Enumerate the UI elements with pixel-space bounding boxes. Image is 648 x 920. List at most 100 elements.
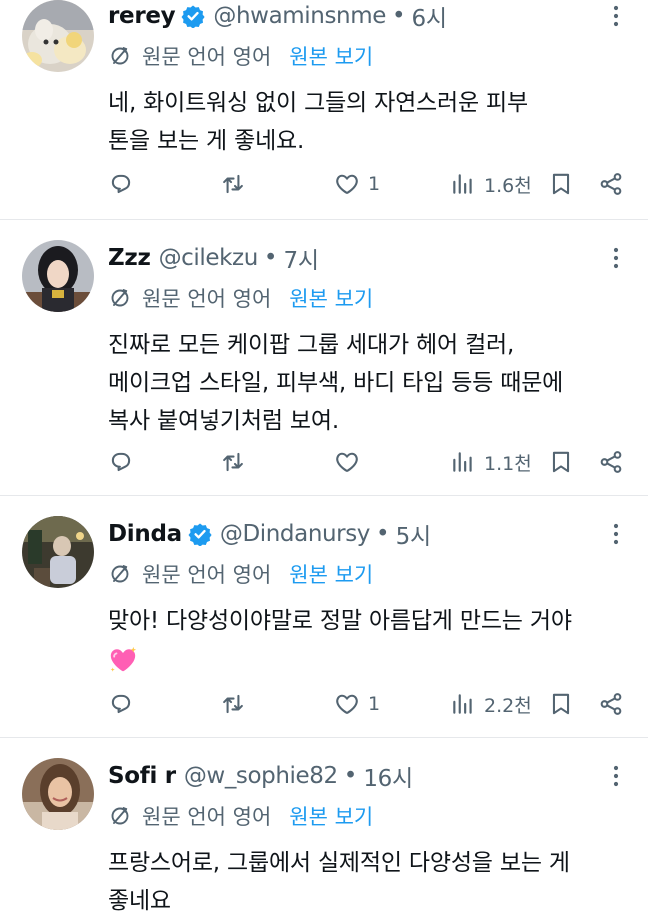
tweet-text: 진짜로 모든 케이팝 그룹 세대가 헤어 컬러, 메이크업 스타일, 피부색, … <box>108 326 628 440</box>
reply-button[interactable] <box>108 444 134 480</box>
avatar[interactable] <box>22 516 94 588</box>
separator-dot: • <box>391 3 406 29</box>
views-button[interactable]: 1.6천 <box>450 166 532 202</box>
heart-icon <box>334 691 360 717</box>
like-button[interactable]: 1 <box>334 686 380 722</box>
tweet-text-line: 메이크업 스타일, 피부색, 바디 타입 등등 때문에 <box>108 370 564 396</box>
tweet-text-line: 좋네요 <box>108 888 171 914</box>
more-options-icon[interactable] <box>604 518 628 550</box>
heart-icon <box>334 171 360 197</box>
views-button[interactable]: 1.1천 <box>450 444 532 480</box>
bookmark-icon <box>548 171 574 197</box>
reply-button[interactable] <box>108 166 134 202</box>
emoji-line <box>108 640 628 678</box>
avatar[interactable] <box>22 758 94 830</box>
more-options-icon[interactable] <box>604 760 628 792</box>
share-button[interactable] <box>598 686 624 722</box>
share-icon <box>598 171 624 197</box>
retweet-icon <box>220 171 246 197</box>
retweet-button[interactable] <box>220 444 246 480</box>
translate-icon <box>108 562 132 586</box>
timestamp[interactable]: 5시 <box>396 517 432 551</box>
translated-from-label: 원문 언어 영어 <box>142 287 272 311</box>
view-count: 1.1천 <box>484 452 532 475</box>
bookmark-icon <box>548 691 574 717</box>
tweet[interactable]: Zzz @cilekzu • 7시 원문 언어 영어 원본 보기 진짜로 모든 … <box>0 220 648 496</box>
bookmark-icon <box>548 449 574 475</box>
bookmark-button[interactable] <box>548 686 574 722</box>
tweet-header: Dinda @Dindanursy • 5시 <box>108 516 628 552</box>
like-button[interactable] <box>334 444 360 480</box>
heart-icon <box>334 449 360 475</box>
tweet-text-line: 복사 붙여넣기처럼 보여. <box>108 408 339 434</box>
tweet-text: 맞아! 다양성이야말로 정말 아름답게 만드는 거야 <box>108 602 628 678</box>
display-name[interactable]: Dinda <box>108 521 182 547</box>
timestamp[interactable]: 7시 <box>284 241 320 275</box>
tweet[interactable]: rerey @hwaminsnme • 6시 원문 언어 영어 원본 보기 네,… <box>0 0 648 220</box>
tweet[interactable]: Dinda @Dindanursy • 5시 원문 언어 영어 원본 보기 맞아… <box>0 496 648 738</box>
tweet-header: Sofi r @w_sophie82 • 16시 <box>108 758 628 794</box>
like-count: 1 <box>368 693 381 715</box>
action-bar: 1 1.6천 <box>108 166 624 202</box>
bookmark-button[interactable] <box>548 166 574 202</box>
action-bar: 1 2.2천 <box>108 686 624 722</box>
translation-notice: 원문 언어 영어 원본 보기 <box>108 280 628 316</box>
user-handle[interactable]: @w_sophie82 <box>184 763 338 789</box>
translate-icon <box>108 44 132 68</box>
translation-notice: 원문 언어 영어 원본 보기 <box>108 38 628 74</box>
share-button[interactable] <box>598 166 624 202</box>
verified-badge-icon <box>188 522 212 546</box>
share-icon <box>598 449 624 475</box>
tweet-header: Zzz @cilekzu • 7시 <box>108 240 628 276</box>
retweet-icon <box>220 691 246 717</box>
like-button[interactable]: 1 <box>334 166 380 202</box>
translated-from-label: 원문 언어 영어 <box>142 45 272 69</box>
reply-icon <box>108 449 134 475</box>
views-icon <box>450 449 476 475</box>
user-handle[interactable]: @cilekzu <box>159 245 259 271</box>
more-options-icon[interactable] <box>604 242 628 274</box>
separator-dot: • <box>263 245 278 271</box>
reply-icon <box>108 691 134 717</box>
display-name[interactable]: rerey <box>108 3 176 29</box>
bookmark-button[interactable] <box>548 444 574 480</box>
share-button[interactable] <box>598 444 624 480</box>
display-name[interactable]: Sofi r <box>108 763 176 789</box>
display-name[interactable]: Zzz <box>108 245 151 271</box>
avatar[interactable] <box>22 240 94 312</box>
reply-button[interactable] <box>108 686 134 722</box>
retweet-button[interactable] <box>220 686 246 722</box>
verified-badge-icon <box>181 4 205 28</box>
timestamp[interactable]: 16시 <box>363 759 413 793</box>
tweet-text-line: 프랑스어로, 그룹에서 실제적인 다양성을 보는 게 <box>108 850 570 876</box>
retweet-button[interactable] <box>220 166 246 202</box>
avatar[interactable] <box>22 0 94 72</box>
separator-dot: • <box>343 763 358 789</box>
view-original-link[interactable]: 원본 보기 <box>289 283 373 313</box>
views-button[interactable]: 2.2천 <box>450 686 532 722</box>
user-handle[interactable]: @hwaminsnme <box>213 3 386 29</box>
tweet-text-line: 네, 화이트워싱 없이 그들의 자연스러운 피부 <box>108 90 528 116</box>
separator-dot: • <box>376 521 390 547</box>
view-original-link[interactable]: 원본 보기 <box>289 41 373 71</box>
reply-icon <box>108 171 134 197</box>
view-original-link[interactable]: 원본 보기 <box>289 559 373 589</box>
tweet-text: 네, 화이트워싱 없이 그들의 자연스러운 피부 톤을 보는 게 좋네요. <box>108 84 628 160</box>
share-icon <box>598 691 624 717</box>
more-options-icon[interactable] <box>604 0 628 32</box>
tweet-text-line: 톤을 보는 게 좋네요. <box>108 128 305 154</box>
action-bar: 1.1천 <box>108 444 624 480</box>
tweet-text-line: 맞아! 다양성이야말로 정말 아름답게 만드는 거야 <box>108 608 572 634</box>
view-count: 2.2천 <box>484 694 532 717</box>
timestamp[interactable]: 6시 <box>412 0 448 33</box>
view-original-link[interactable]: 원본 보기 <box>289 801 373 831</box>
views-icon <box>450 171 476 197</box>
translate-icon <box>108 804 132 828</box>
translated-from-label: 원문 언어 영어 <box>142 563 272 587</box>
tweet[interactable]: Sofi r @w_sophie82 • 16시 원문 언어 영어 원본 보기 … <box>0 738 648 914</box>
tweet-text: 프랑스어로, 그룹에서 실제적인 다양성을 보는 게 좋네요 <box>108 844 628 920</box>
translate-icon <box>108 286 132 310</box>
tweet-text-line: 진짜로 모든 케이팝 그룹 세대가 헤어 컬러, <box>108 332 515 358</box>
views-icon <box>450 691 476 717</box>
user-handle[interactable]: @Dindanursy <box>220 521 371 547</box>
